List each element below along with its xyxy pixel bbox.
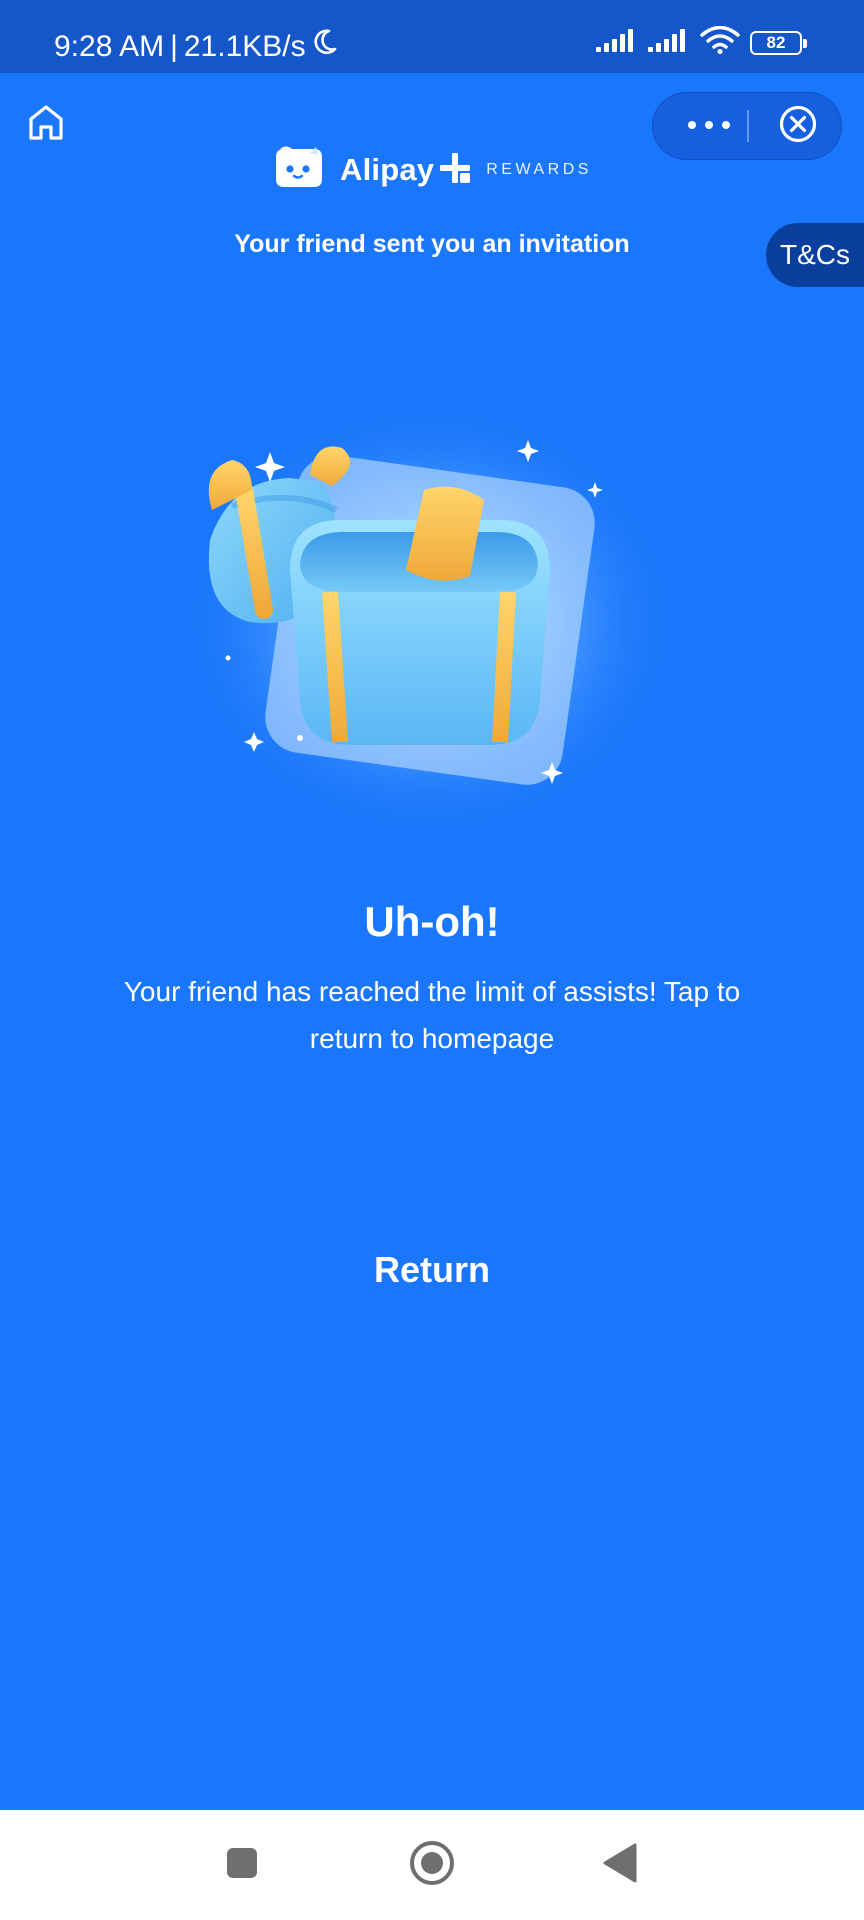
battery-icon: 82: [750, 30, 807, 55]
page-title: Uh-oh!: [364, 898, 500, 945]
more-dots-icon: [687, 117, 731, 135]
tcs-tab[interactable]: T&Cs: [766, 223, 864, 287]
return-button[interactable]: Return: [332, 1240, 532, 1300]
brand-name: Alipay: [340, 152, 435, 187]
brand-rewards: REWARDS: [486, 161, 592, 178]
signal-icon: [648, 28, 690, 57]
capsule-divider: [747, 110, 749, 142]
gift-box-illustration: [140, 360, 700, 860]
close-circle-icon: [778, 104, 818, 149]
status-time: 9:28 AM: [54, 29, 165, 63]
moon-icon: [312, 28, 338, 65]
alipay-mascot-logo-icon: [270, 143, 328, 198]
invitation-text: Your friend sent you an invitation: [234, 230, 630, 258]
alipay-rewards-logo: Alipay REWARDS: [270, 144, 592, 196]
status-left: 9:28 AM | 21.1KB/s: [54, 28, 338, 65]
system-nav-bar: [0, 1810, 864, 1920]
home-nav-button[interactable]: [397, 1830, 467, 1900]
more-button[interactable]: [671, 93, 747, 159]
home-icon: [26, 102, 66, 147]
battery-level: 82: [766, 32, 786, 52]
circle-home-icon: [408, 1839, 456, 1892]
alipay-plus-icon: [438, 151, 472, 190]
square-recents-icon: [225, 1846, 259, 1885]
gift-box-body: [290, 486, 550, 745]
status-right: 82: [596, 25, 807, 59]
triangle-back-icon: [601, 1842, 639, 1889]
status-bar: 9:28 AM | 21.1KB/s 82: [0, 0, 864, 73]
recents-button[interactable]: [207, 1830, 277, 1900]
status-separator: |: [170, 29, 178, 63]
close-button[interactable]: [765, 93, 831, 159]
network-speed: 21.1KB/s: [183, 29, 306, 63]
signal-icon: [596, 28, 638, 57]
mini-program-capsule: [652, 92, 842, 160]
home-button[interactable]: [24, 102, 68, 146]
wifi-icon: [700, 25, 740, 59]
limit-message: Your friend has reached the limit of ass…: [123, 976, 741, 1054]
back-nav-button[interactable]: [585, 1830, 655, 1900]
